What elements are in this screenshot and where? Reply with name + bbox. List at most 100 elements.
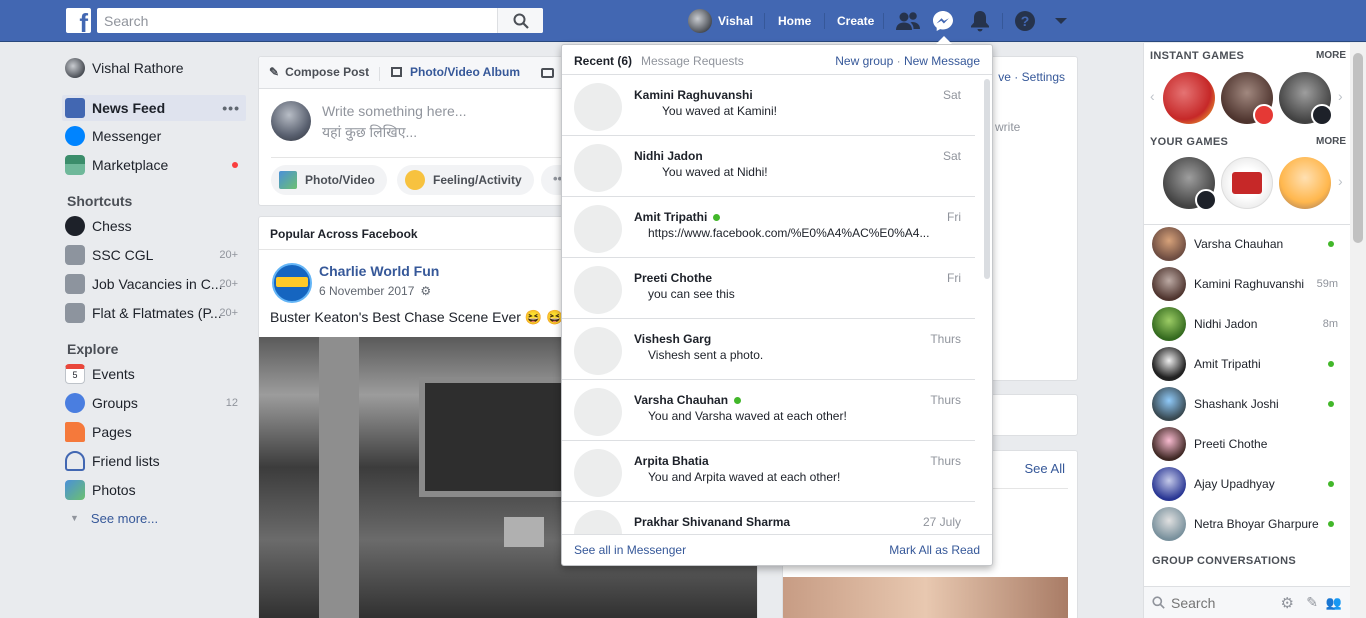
more-options-icon[interactable]: ••• — [222, 100, 240, 116]
chat-contact[interactable]: Kamini Raghuvanshi 59m — [1152, 267, 1342, 301]
instant-games-more-link[interactable]: MORE — [1316, 50, 1346, 61]
home-link[interactable]: Home — [778, 0, 811, 42]
search-input[interactable] — [97, 8, 497, 33]
page-name-link[interactable]: Charlie World Fun — [319, 263, 439, 279]
group-conversations-heading: GROUP CONVERSATIONS — [1152, 555, 1297, 567]
feeling-activity-button[interactable]: Feeling/Activity — [397, 165, 534, 195]
thread-avatar — [574, 83, 622, 131]
composer-placeholder-hindi: यहां कुछ लिखिए... — [322, 124, 418, 140]
chat-contact[interactable]: Nidhi Jadon 8m — [1152, 307, 1342, 341]
search-button[interactable] — [497, 8, 543, 33]
message-thread[interactable]: Preeti Chothe you can see this Fri — [562, 258, 975, 319]
chat-search-input[interactable] — [1171, 594, 1271, 611]
dropdown-scrollbar[interactable] — [984, 79, 990, 279]
suggestion-photo[interactable] — [783, 577, 1068, 618]
gear-icon[interactable]: ⚙ — [1281, 594, 1294, 612]
chat-contact[interactable]: Varsha Chauhan — [1152, 227, 1342, 261]
message-thread[interactable]: Prakhar Shivanand Sharma 27 July — [562, 502, 975, 534]
compose-icon[interactable]: ✎ — [1306, 594, 1318, 611]
partial-text: write — [995, 120, 1021, 134]
contact-avatar — [1152, 507, 1186, 541]
account-menu-button[interactable] — [1054, 0, 1068, 42]
user-name: Vishal — [718, 14, 754, 28]
your-games-more-link[interactable]: MORE — [1316, 136, 1346, 147]
your-game-thumbnail[interactable] — [1221, 157, 1273, 209]
chat-contact[interactable]: Amit Tripathi — [1152, 347, 1342, 381]
photo-video-button[interactable]: Photo/Video — [271, 165, 387, 195]
contact-avatar — [1152, 347, 1186, 381]
chat-contact[interactable]: Preeti Chothe — [1152, 427, 1342, 461]
thread-time: Thurs — [930, 393, 961, 407]
sidebar-item-news-feed[interactable]: News Feed ••• — [62, 95, 246, 121]
thread-time: Thurs — [930, 332, 961, 346]
pencil-icon: ✎ — [269, 65, 280, 79]
explore-pages[interactable]: Pages — [62, 419, 246, 445]
chevron-right-icon[interactable]: › — [1338, 88, 1343, 104]
sidebar-item-marketplace[interactable]: Marketplace — [62, 152, 246, 178]
page-scrollbar[interactable] — [1350, 43, 1366, 618]
message-thread[interactable]: Vishesh Garg Vishesh sent a photo. Thurs — [562, 319, 975, 380]
explore-friend-lists[interactable]: Friend lists — [62, 448, 246, 474]
chevron-right-icon[interactable]: › — [1338, 173, 1343, 189]
tab-compose-post[interactable]: ✎ Compose Post — [269, 65, 369, 79]
shortcut-flat-flatmates[interactable]: Flat & Flatmates (P... 20+ — [62, 300, 246, 326]
sidebar-profile-link[interactable]: Vishal Rathore — [62, 55, 246, 81]
explore-events[interactable]: 5 Events — [62, 361, 246, 387]
shortcut-ssc-cgl[interactable]: SSC CGL 20+ — [62, 242, 246, 268]
profile-link[interactable]: Vishal — [688, 0, 753, 42]
thread-preview: https://www.facebook.com/%E0%A4%AC%E0%A4… — [648, 226, 930, 240]
composer-avatar — [271, 101, 311, 141]
your-game-thumbnail[interactable] — [1163, 157, 1217, 211]
tab-divider — [379, 67, 380, 81]
scrollbar-thumb[interactable] — [1353, 53, 1363, 243]
marketplace-icon — [65, 155, 85, 175]
mark-all-read-link[interactable]: Mark All as Read — [889, 543, 980, 557]
chat-contact[interactable]: Shashank Joshi — [1152, 387, 1342, 421]
footer-divider — [562, 534, 992, 535]
settings-link[interactable]: ve · Settings — [998, 70, 1065, 84]
message-thread[interactable]: Kamini Raghuvanshi You waved at Kamini! … — [562, 75, 975, 136]
message-thread[interactable]: Varsha Chauhan You and Varsha waved at e… — [562, 380, 975, 441]
sidebar-item-messenger[interactable]: Messenger — [62, 123, 246, 149]
shortcut-chess[interactable]: Chess — [62, 213, 246, 239]
message-thread[interactable]: Amit Tripathi https://www.facebook.com/%… — [562, 197, 975, 258]
unread-count: 20+ — [219, 249, 238, 261]
tab-photo-album[interactable]: Photo/Video Album — [391, 65, 520, 79]
help-button[interactable]: ? — [1014, 0, 1036, 42]
facebook-logo-icon[interactable]: f — [66, 8, 91, 33]
message-thread[interactable]: Arpita Bhatia You and Arpita waved at ea… — [562, 441, 975, 502]
tab-message-requests[interactable]: Message Requests — [641, 54, 744, 68]
see-more-link[interactable]: ▼ See more... — [62, 505, 246, 531]
see-all-in-messenger-link[interactable]: See all in Messenger — [574, 543, 686, 557]
live-video-icon[interactable] — [541, 68, 554, 78]
post-date[interactable]: 6 November 2017 — [319, 284, 414, 298]
thread-preview: You and Varsha waved at each other! — [648, 409, 847, 423]
new-group-link[interactable]: New group — [835, 54, 893, 68]
tab-recent[interactable]: Recent (6) — [574, 54, 632, 68]
contact-avatar — [1152, 267, 1186, 301]
explore-groups[interactable]: Groups 12 — [62, 390, 246, 416]
shortcut-job-vacancies[interactable]: Job Vacancies in C... 20+ — [62, 271, 246, 297]
explore-photos[interactable]: Photos — [62, 477, 246, 503]
chevron-left-icon[interactable]: ‹ — [1150, 88, 1155, 104]
composer-input[interactable]: Write something here... यहां कुछ लिखिए..… — [322, 101, 466, 143]
instant-game-thumbnail[interactable] — [1163, 72, 1215, 124]
create-group-icon[interactable]: 👥 — [1326, 595, 1342, 611]
your-game-thumbnail[interactable] — [1279, 157, 1331, 209]
online-indicator — [1328, 241, 1334, 247]
user-avatar — [688, 9, 712, 33]
create-link[interactable]: Create — [837, 0, 874, 42]
friend-list-icon — [65, 451, 85, 471]
notifications-button[interactable] — [970, 0, 990, 42]
see-all-link[interactable]: See All — [1025, 461, 1065, 476]
chat-contact[interactable]: Ajay Upadhyay — [1152, 467, 1342, 501]
instant-game-thumbnail[interactable] — [1279, 72, 1333, 126]
page-avatar[interactable] — [272, 263, 312, 303]
instant-game-thumbnail[interactable] — [1221, 72, 1275, 126]
new-message-link[interactable]: New Message — [904, 54, 980, 68]
message-thread[interactable]: Nidhi Jadon You waved at Nidhi! Sat — [562, 136, 975, 197]
online-indicator — [713, 213, 721, 221]
chat-contact[interactable]: Netra Bhoyar Gharpure — [1152, 507, 1342, 541]
friend-requests-button[interactable] — [896, 0, 920, 42]
sidebar-item-label: SSC CGL — [92, 247, 154, 263]
